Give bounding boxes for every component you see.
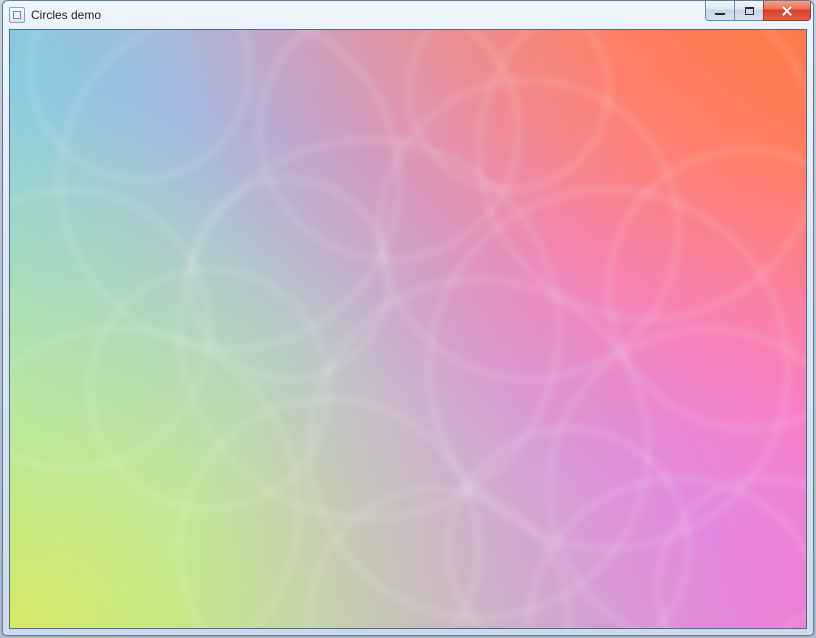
circles-svg	[10, 30, 806, 628]
minimize-icon	[715, 13, 725, 15]
close-icon	[781, 6, 793, 16]
window-button-group	[705, 1, 811, 29]
maximize-button[interactable]	[734, 1, 764, 21]
client-area	[9, 29, 807, 629]
app-window: Circles demo	[2, 0, 814, 636]
app-icon	[9, 7, 25, 23]
window-title: Circles demo	[31, 8, 101, 22]
minimize-button[interactable]	[705, 1, 735, 21]
desktop-background: Circles demo	[0, 0, 816, 638]
circles-canvas	[10, 30, 806, 628]
maximize-icon	[745, 7, 754, 15]
titlebar[interactable]: Circles demo	[3, 1, 813, 29]
close-button[interactable]	[763, 1, 811, 21]
